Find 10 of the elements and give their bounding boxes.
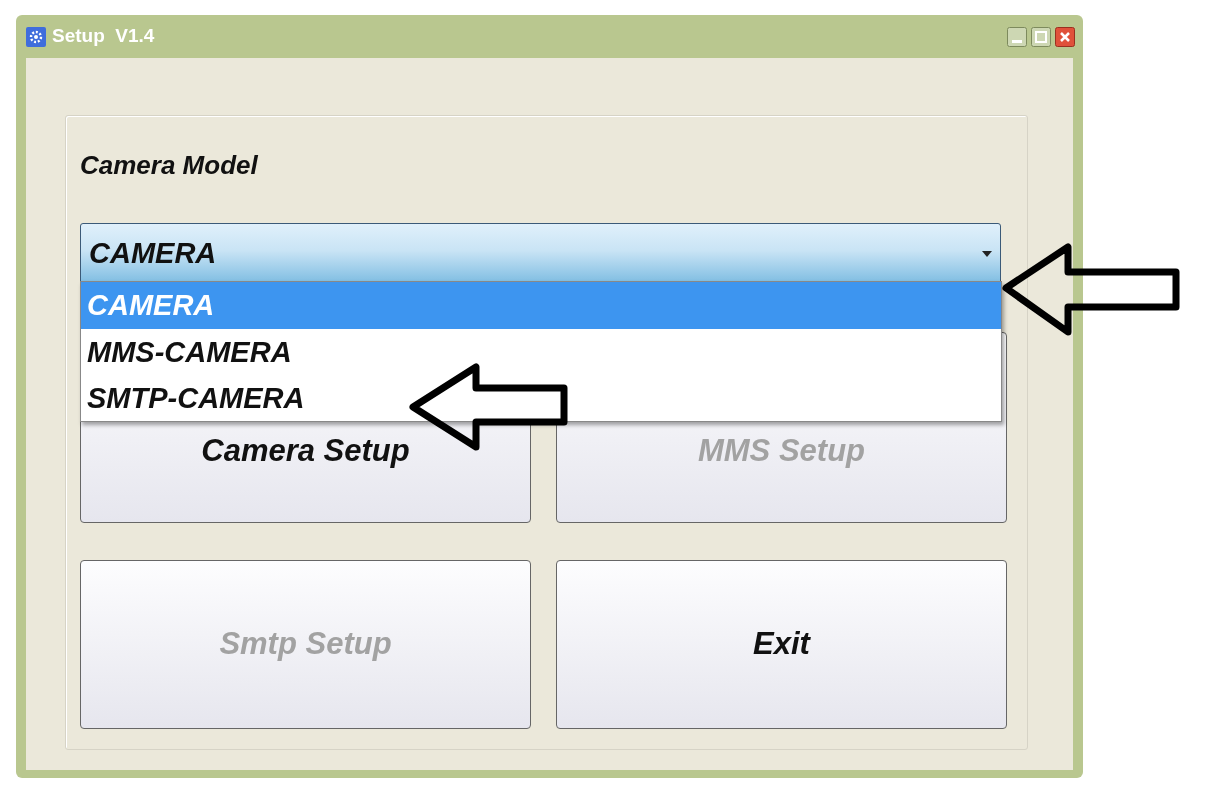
close-icon[interactable] — [1055, 26, 1075, 47]
dropdown-field[interactable]: CAMERA — [80, 223, 1001, 284]
group-label: Camera Model — [80, 149, 259, 182]
setup-button[interactable]: Exit — [556, 560, 1007, 729]
arrow-icon — [409, 363, 571, 453]
minimize-icon[interactable] — [1007, 26, 1027, 47]
caret-icon — [982, 250, 992, 257]
window-title: Setup V1.4 — [52, 24, 155, 49]
gear-icon — [26, 26, 46, 47]
maximize-icon[interactable] — [1031, 26, 1051, 47]
